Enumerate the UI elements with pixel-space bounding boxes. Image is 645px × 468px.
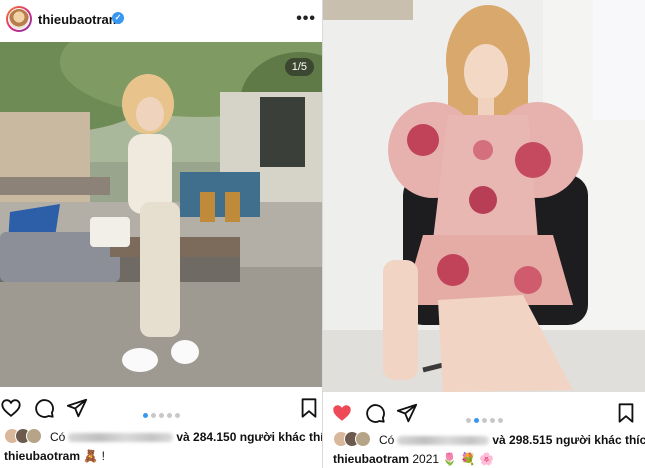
caption-text: 🧸 ! <box>83 449 105 463</box>
caption: thieubaotram 2021 🌷 💐 🌸 <box>333 452 645 466</box>
carousel-dots <box>323 410 645 428</box>
liker-avatars <box>333 431 377 447</box>
avatar <box>355 431 371 447</box>
action-bar <box>323 398 645 428</box>
bookmark-icon[interactable] <box>615 402 637 424</box>
blurred-username <box>397 436 490 446</box>
post-username[interactable]: thieubaotram <box>38 12 120 27</box>
carousel-dot <box>174 413 180 418</box>
avatar <box>26 428 42 444</box>
carousel-dot <box>150 413 156 418</box>
carousel-dot <box>465 418 471 423</box>
carousel-dots <box>0 405 322 423</box>
carousel-dot <box>142 413 148 418</box>
carousel-dot <box>481 418 487 423</box>
post-photo[interactable] <box>323 0 645 392</box>
photo-counter: 1/5 <box>284 58 314 76</box>
verified-badge-icon: ✓ <box>112 12 124 24</box>
carousel-dot <box>158 413 164 418</box>
caption-text: 2021 🌷 💐 🌸 <box>412 452 494 466</box>
bookmark-icon[interactable] <box>298 397 320 419</box>
carousel-dot <box>489 418 495 423</box>
likes-row[interactable]: Có và 298.515 người khác thích <box>323 429 645 451</box>
likes-text: Có và 284.150 người khác thích <box>50 430 322 444</box>
likes-row[interactable]: Có và 284.150 người khác thích <box>0 426 322 448</box>
caption-username[interactable]: thieubaotram <box>4 449 80 463</box>
likes-text: Có và 298.515 người khác thích <box>379 433 645 447</box>
caption-username[interactable]: thieubaotram <box>333 452 409 466</box>
post-photo-image <box>323 0 645 392</box>
liker-avatars <box>4 428 48 444</box>
right-post: Có và 298.515 người khác thích thieubaotr… <box>323 0 645 468</box>
carousel-dot <box>497 418 503 423</box>
caption: thieubaotram 🧸 ! <box>4 449 322 463</box>
post-photo-image <box>0 42 322 387</box>
post-header: thieubaotram ✓ ••• <box>0 0 322 42</box>
carousel-dot <box>473 418 479 423</box>
left-post: thieubaotram ✓ ••• 1/5 Có và 284.150 ngư… <box>0 0 322 468</box>
blurred-username <box>68 433 174 443</box>
avatar[interactable] <box>6 6 32 32</box>
action-bar <box>0 393 322 423</box>
post-photo[interactable]: 1/5 <box>0 42 322 387</box>
more-options-icon[interactable]: ••• <box>296 10 316 28</box>
carousel-dot <box>166 413 172 418</box>
